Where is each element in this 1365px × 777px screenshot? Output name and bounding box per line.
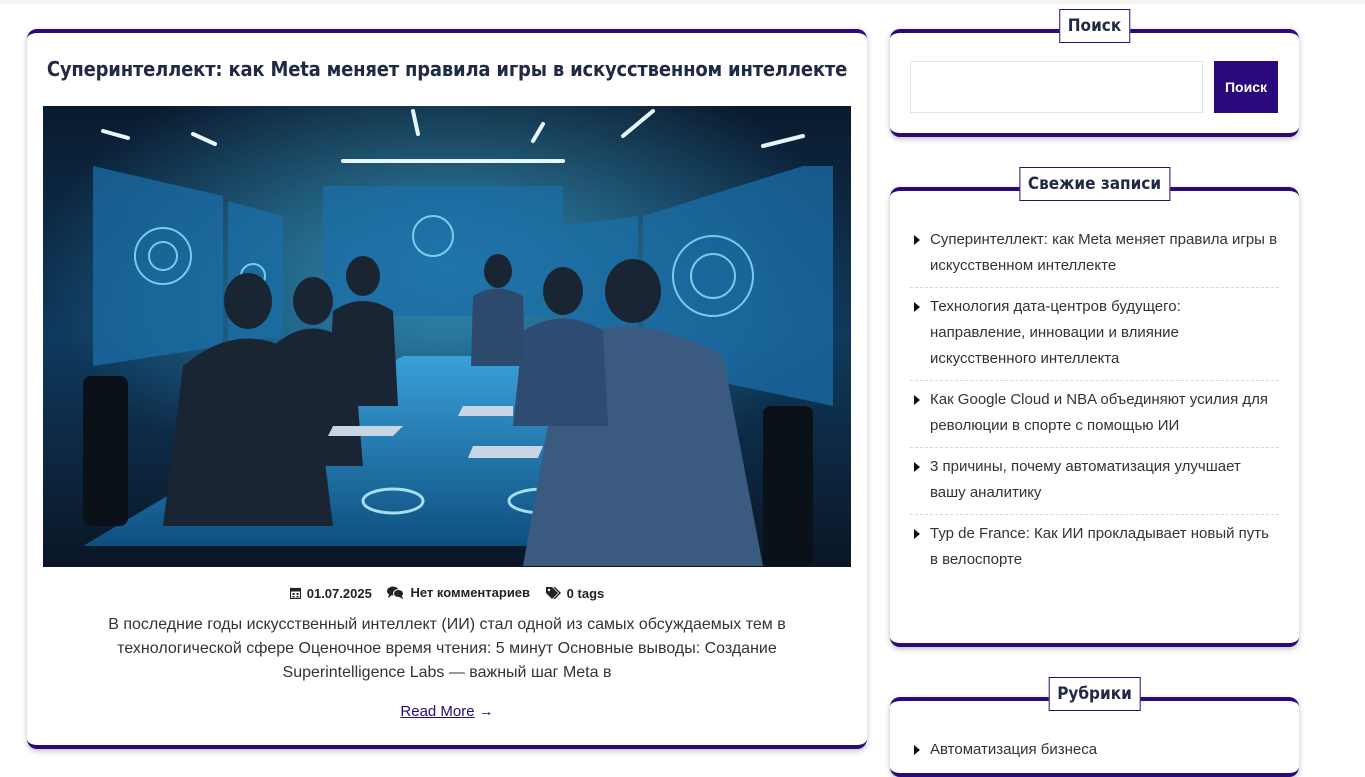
categories-list: Автоматизация бизнеса <box>910 739 1279 761</box>
recent-posts-list: Суперинтеллект: как Meta меняет правила … <box>910 221 1279 581</box>
search-widget-title: Поиск <box>1058 9 1131 43</box>
read-more: Read More → <box>27 703 867 720</box>
triangle-bullet-icon <box>914 529 920 539</box>
triangle-bullet-icon <box>914 235 920 245</box>
arrow-right-icon[interactable]: → <box>479 703 494 720</box>
search-widget: Поиск Поиск <box>890 9 1299 137</box>
recent-posts-title: Свежие записи <box>1018 167 1171 201</box>
categories-title: Рубрики <box>1048 677 1141 711</box>
list-item: Технология дата-центров будущего: направ… <box>910 288 1279 381</box>
triangle-bullet-icon <box>914 302 920 312</box>
list-item: Тур de France: Как ИИ прокладывает новый… <box>910 515 1279 581</box>
post-date-text: 01.07.2025 <box>306 585 372 601</box>
recent-post-link[interactable]: Суперинтеллект: как Meta меняет правила … <box>930 231 1277 274</box>
search-button[interactable]: Поиск <box>1214 61 1278 113</box>
calendar-icon <box>289 587 301 599</box>
recent-post-link[interactable]: 3 причины, почему автоматизация улучшает… <box>930 458 1241 501</box>
top-bar <box>0 0 1365 4</box>
triangle-bullet-icon <box>914 462 920 472</box>
post-excerpt: В последние годы искусственный интеллект… <box>108 616 786 681</box>
categories-widget: Рубрики Автоматизация бизнеса <box>890 677 1299 777</box>
post-tags-text: 0 tags <box>566 585 605 601</box>
recent-post-link[interactable]: Тур de France: Как ИИ прокладывает новый… <box>930 525 1269 568</box>
post-card: Суперинтеллект: как Meta меняет правила … <box>27 29 867 749</box>
recent-posts-widget: Свежие записи Суперинтеллект: как Meta м… <box>890 167 1299 647</box>
post-title[interactable]: Суперинтеллект: как Meta меняет правила … <box>27 57 867 81</box>
post-comments[interactable]: Нет комментариев <box>387 585 530 600</box>
category-link[interactable]: Автоматизация бизнеса <box>930 741 1097 758</box>
search-input[interactable] <box>910 61 1203 113</box>
tags-icon <box>545 587 561 599</box>
recent-post-link[interactable]: Технология дата-центров будущего: направ… <box>930 298 1181 367</box>
post-date: 01.07.2025 <box>289 585 372 601</box>
recent-post-link[interactable]: Как Google Cloud и NBA объединяют усилия… <box>930 391 1268 434</box>
list-item: Как Google Cloud и NBA объединяют усилия… <box>910 381 1279 448</box>
comments-icon <box>387 586 405 599</box>
list-item: 3 причины, почему автоматизация улучшает… <box>910 448 1279 515</box>
triangle-bullet-icon <box>914 395 920 405</box>
read-more-link[interactable]: Read More <box>400 703 474 720</box>
list-item: Суперинтеллект: как Meta меняет правила … <box>910 221 1279 288</box>
post-featured-image[interactable] <box>43 106 851 567</box>
post-comments-text: Нет комментариев <box>410 585 531 600</box>
list-item: Автоматизация бизнеса <box>910 739 1279 761</box>
post-meta: 01.07.2025 Нет комментариев 0 tags <box>27 585 867 602</box>
post-tags: 0 tags <box>545 585 605 601</box>
triangle-bullet-icon <box>914 745 920 755</box>
